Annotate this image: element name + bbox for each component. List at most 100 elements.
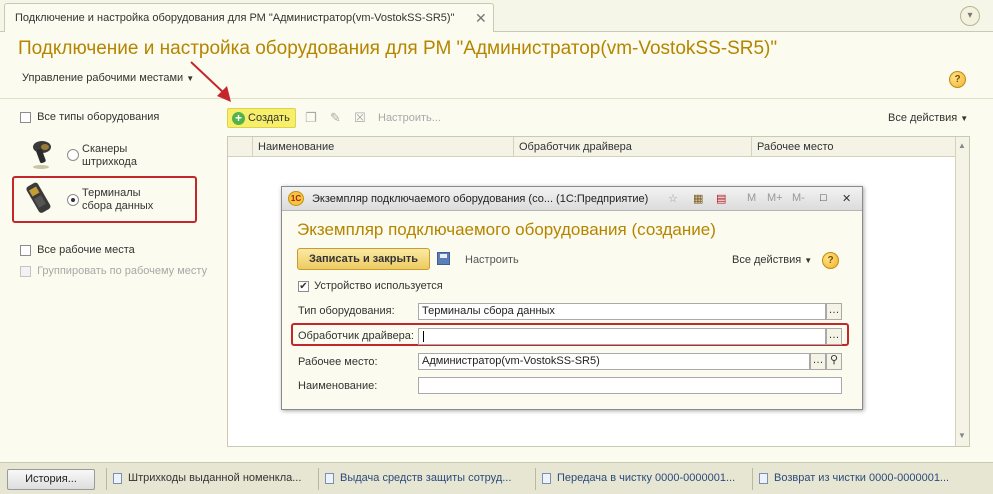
- dialog-close-icon[interactable]: ✕: [842, 192, 851, 205]
- data-terminal-icon: [22, 180, 60, 218]
- device-used-label: Устройство используется: [314, 280, 443, 292]
- taskbar-item-protective-issue[interactable]: Выдача средств защиты сотруд...: [325, 472, 511, 484]
- taskbar-separator: [318, 468, 319, 490]
- document-icon: [325, 472, 334, 484]
- dialog-all-actions-menu[interactable]: Все действия ▼: [732, 254, 812, 266]
- dialog-titlebar[interactable]: 1С Экземпляр подключаемого оборудования …: [282, 187, 862, 211]
- plus-icon: +: [232, 112, 245, 125]
- dialog-setup-button[interactable]: Настроить: [465, 254, 519, 266]
- dialog-all-actions-label: Все действия: [732, 254, 802, 266]
- document-icon: [113, 472, 122, 484]
- barcode-scanner-icon: [20, 138, 60, 170]
- device-used-checkbox[interactable]: [298, 280, 309, 292]
- save-disk-icon[interactable]: [437, 252, 450, 265]
- column-header-driver[interactable]: Обработчик драйвера: [519, 141, 632, 153]
- workplace-management-label: Управление рабочими местами: [22, 72, 184, 84]
- scroll-up-icon[interactable]: ▲: [958, 141, 966, 150]
- driver-handler-field[interactable]: [418, 328, 826, 345]
- group-by-workplace-row: Группировать по рабочему месту: [20, 265, 207, 277]
- dialog-heading: Экземпляр подключаемого оборудования (со…: [297, 220, 716, 239]
- taskbar-item-label: Передача в чистку 0000-0000001...: [557, 472, 736, 484]
- document-icon: [542, 472, 551, 484]
- table-header: Наименование Обработчик драйвера Рабочее…: [228, 137, 969, 157]
- chevron-down-icon: ▼: [804, 256, 813, 265]
- taskbar-item-label: Выдача средств защиты сотруд...: [340, 472, 512, 484]
- taskbar-item-cleaning-return[interactable]: Возврат из чистки 0000-0000001...: [759, 472, 949, 484]
- chevron-down-icon: ▼: [960, 114, 969, 123]
- workplace-management-menu[interactable]: Управление рабочими местами ▼: [22, 72, 194, 84]
- workplace-field[interactable]: Администратор(vm-VostokSS-SR5): [418, 353, 810, 370]
- taskbar: История... Штрихкоды выданной номенкла..…: [0, 462, 993, 494]
- taskbar-item-cleaning-transfer[interactable]: Передача в чистку 0000-0000001...: [542, 472, 735, 484]
- tab-bar: Подключение и настройка оборудования для…: [0, 0, 993, 32]
- name-label: Наименование:: [298, 380, 378, 392]
- copy-icon[interactable]: ❐: [305, 110, 317, 126]
- memory-plus-button[interactable]: M+: [767, 192, 783, 204]
- barcode-scanner-radio[interactable]: [67, 149, 79, 161]
- text-cursor: [423, 330, 424, 342]
- all-actions-label: Все действия: [888, 112, 958, 124]
- all-types-checkbox[interactable]: [20, 111, 31, 123]
- dialog-help-button[interactable]: ?: [822, 252, 839, 269]
- taskbar-item-label: Штрихкоды выданной номенкла...: [128, 472, 302, 484]
- calendar-icon[interactable]: ▤: [716, 192, 726, 205]
- tab-close-icon[interactable]: ✕: [475, 10, 487, 27]
- column-divider: [513, 137, 514, 157]
- workplace-select-button[interactable]: …: [810, 353, 826, 370]
- equipment-type-select-button[interactable]: …: [826, 303, 842, 320]
- taskbar-item-barcodes[interactable]: Штрихкоды выданной номенкла...: [113, 472, 301, 484]
- equipment-type-label: Тип оборудования:: [298, 305, 395, 317]
- annotation-arrow-icon: [190, 61, 231, 102]
- scroll-down-icon[interactable]: ▼: [958, 431, 966, 440]
- tab-current[interactable]: Подключение и настройка оборудования для…: [4, 3, 494, 32]
- 1c-logo-icon: 1С: [288, 191, 304, 206]
- table-scrollbar[interactable]: ▲ ▼: [955, 137, 969, 446]
- help-button[interactable]: ?: [949, 71, 966, 88]
- favorites-icon[interactable]: ☆: [668, 192, 678, 205]
- all-workplaces-row: Все рабочие места: [20, 244, 135, 256]
- name-field[interactable]: [418, 377, 842, 394]
- divider: [0, 98, 993, 99]
- main-menu-chevron-icon[interactable]: ▾: [960, 6, 980, 26]
- setup-button[interactable]: Настроить...: [378, 112, 441, 124]
- column-divider: [751, 137, 752, 157]
- driver-handler-label: Обработчик драйвера:: [298, 330, 414, 342]
- page-title: Подключение и настройка оборудования для…: [18, 38, 778, 59]
- history-button[interactable]: История...: [7, 469, 95, 490]
- column-header-workplace[interactable]: Рабочее место: [757, 141, 834, 153]
- all-types-label: Все типы оборудования: [37, 111, 160, 123]
- maximize-icon[interactable]: □: [820, 192, 827, 204]
- device-used-row: Устройство используется: [298, 280, 443, 292]
- equipment-instance-dialog: 1С Экземпляр подключаемого оборудования …: [281, 186, 863, 410]
- data-terminal-radio[interactable]: [67, 194, 79, 206]
- document-icon: [759, 472, 768, 484]
- group-by-workplace-checkbox[interactable]: [20, 265, 31, 277]
- all-workplaces-checkbox[interactable]: [20, 244, 31, 256]
- save-and-close-button[interactable]: Записать и закрыть: [297, 248, 430, 270]
- group-by-workplace-label: Группировать по рабочему месту: [37, 265, 208, 277]
- all-types-row: Все типы оборудования: [20, 111, 159, 123]
- driver-handler-select-button[interactable]: …: [826, 328, 842, 345]
- tab-label: Подключение и настройка оборудования для…: [15, 12, 455, 24]
- column-divider: [252, 137, 253, 157]
- all-workplaces-label: Все рабочие места: [37, 244, 135, 256]
- delete-mark-icon[interactable]: ☒: [354, 110, 366, 126]
- taskbar-item-label: Возврат из чистки 0000-0000001...: [774, 472, 950, 484]
- create-button-label: Создать: [248, 112, 290, 124]
- equipment-type-field[interactable]: Терминалы сбора данных: [418, 303, 826, 320]
- search-icon[interactable]: ⚲: [826, 353, 842, 370]
- edit-pencil-icon[interactable]: ✎: [330, 110, 341, 126]
- create-button[interactable]: + Создать: [227, 108, 296, 128]
- data-terminal-label: Терминалы сбора данных: [82, 187, 154, 212]
- barcode-scanner-label: Сканеры штрихкода: [82, 143, 137, 168]
- calculator-icon[interactable]: ▦: [693, 192, 703, 205]
- column-header-name[interactable]: Наименование: [258, 141, 334, 153]
- taskbar-separator: [535, 468, 536, 490]
- memory-minus-button[interactable]: M-: [792, 192, 805, 204]
- memory-m-button[interactable]: M: [747, 192, 756, 204]
- dialog-title: Экземпляр подключаемого оборудования (со…: [312, 193, 649, 205]
- taskbar-separator: [106, 468, 107, 490]
- workplace-label: Рабочее место:: [298, 356, 378, 368]
- all-actions-menu[interactable]: Все действия ▼: [888, 112, 968, 124]
- taskbar-separator: [752, 468, 753, 490]
